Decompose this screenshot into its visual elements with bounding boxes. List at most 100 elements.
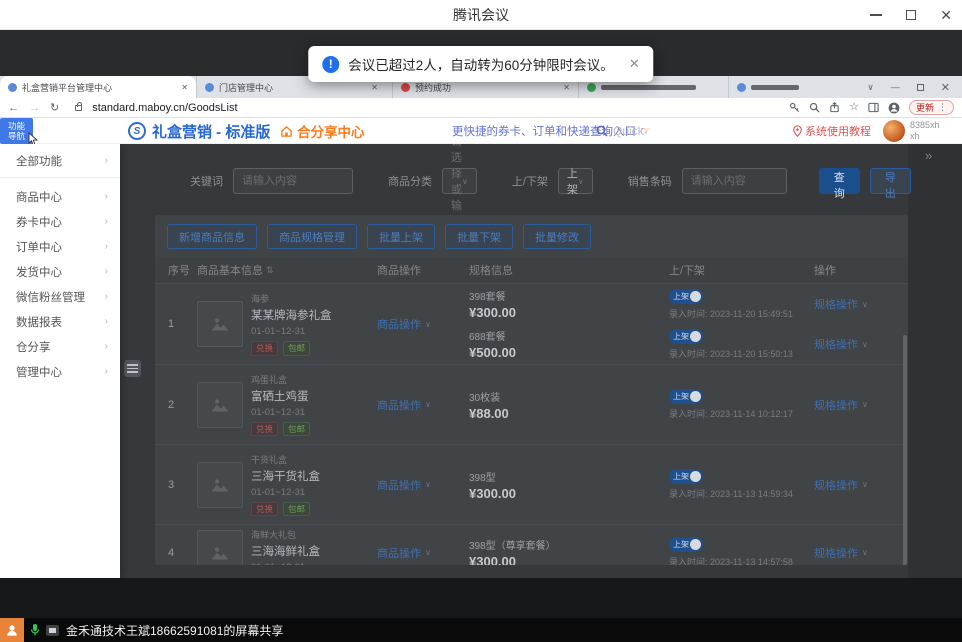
spec-action-link[interactable]: 规格操作∨ [814,545,868,561]
toolbar-button[interactable]: 批量修改 [523,224,591,249]
goods-action-link[interactable]: 商品操作∨ [377,477,431,493]
browser-tab-partial[interactable] [728,76,820,98]
user-name: 8385xh xh [910,120,940,142]
search-button[interactable]: 查询 [819,168,860,194]
badge: 包邮 [283,341,310,355]
app-body: » 关键词 商品分类 请选择或输入 ∨ 上/下架 上架 ∨ 销售条码 查询 [0,144,962,578]
tab-close-icon[interactable]: ✕ [563,83,570,92]
spec-action-link[interactable]: 规格操作∨ [814,397,868,413]
refresh-icon[interactable]: ↻ [50,101,59,114]
shelf-select[interactable]: 上架 ∨ [558,168,593,194]
shelf-toggle[interactable]: 上架 [669,537,703,552]
tab-title-obscured [601,85,696,90]
product-info: 鸡蛋礼盒 富硒土鸡蛋 01-01~12-31 兑换包邮 [197,365,377,444]
product-badges: 兑换包邮 [251,341,332,355]
house-icon [280,125,293,138]
header-spec-info: 规格信息 [469,265,513,277]
goods-action-link[interactable]: 商品操作∨ [377,316,431,332]
tab-search-chevron-icon[interactable]: ∨ [867,82,874,93]
browser-menu-icon[interactable]: ⋮ [938,102,947,113]
toolbar-button[interactable]: 批量上架 [367,224,435,249]
product-image-placeholder [197,382,243,428]
browser-close-icon[interactable]: ✕ [941,81,950,94]
shelf-toggle[interactable]: 上架 [669,469,703,484]
category-select[interactable]: 请选择或输入 ∨ [442,168,477,194]
chevron-down-icon: ∨ [862,340,868,349]
shelf-toggle[interactable]: 上架 [669,289,703,304]
sidebar-item[interactable]: 数据报表 › [0,309,120,334]
zoom-icon[interactable] [809,102,820,113]
table-body: 1 海参 某某牌海参礼盒 01-01~12-31 兑换包邮 商品操作∨ 398套… [155,283,908,565]
spec-action-link[interactable]: 规格操作∨ [814,296,868,312]
page-right-gutter [908,144,962,578]
barcode-label: 销售条码 [628,173,672,189]
minimize-icon[interactable] [870,14,882,16]
screen-share-icon [46,625,59,636]
close-icon[interactable]: ✕ [940,8,952,22]
back-icon[interactable]: ← [8,102,19,114]
barcode-input[interactable] [682,168,787,194]
row-seq: 1 [155,284,197,364]
user-avatar[interactable] [883,120,905,142]
profile-icon[interactable] [888,102,900,114]
browser-maximize-icon[interactable] [917,84,924,91]
spec-action-link[interactable]: 规格操作∨ [814,477,868,493]
sidebar-item[interactable]: 微信粉丝管理 › [0,284,120,309]
spec-list: 398套餐 ¥300.00 上架 录入时间: 2023-11-20 15:49:… [459,284,908,364]
shelf-label: 上/下架 [512,173,548,189]
header-shelf: 上/下架 [669,265,705,277]
sidebar-item[interactable]: 管理中心 › [0,359,120,384]
product-name: 富硒土鸡蛋 [251,388,310,404]
shelf-toggle[interactable]: 上架 [669,329,703,344]
forward-icon[interactable]: → [29,102,40,114]
card-scrollbar[interactable] [903,335,907,565]
toast-close-icon[interactable]: ✕ [629,56,640,72]
share-center-link[interactable]: 合分享中心 [280,118,365,144]
sidebar-item[interactable]: 订单中心 › [0,234,120,259]
spec-line: 398型（尊享套餐） ¥300.00 上架 录入时间: 2023-11-13 1… [459,533,908,565]
browser-window: 礼盒营销平台管理中心 ✕ 门店管理中心 ✕ 预约成功 ✕ ∨ — ✕ [0,76,962,578]
sidebar-item[interactable]: 商品中心 › [0,184,120,209]
export-button[interactable]: 导出 [870,168,911,194]
chevron-right-icon: › [105,191,108,202]
entry-time: 录入时间: 2023-11-13 14:57:58 [669,555,814,565]
collapse-chevrons-icon[interactable]: » [925,148,932,163]
browser-update-button[interactable]: 更新 ⋮ [909,100,954,115]
sidebar-item[interactable]: 仓分享 › [0,334,120,359]
sidebar-item[interactable]: 全部功能 › [0,148,120,178]
sort-icon[interactable]: ⇅ [266,265,274,276]
sidebar-item[interactable]: 发货中心 › [0,259,120,284]
floating-menu-button[interactable] [124,360,141,377]
sidebar-item[interactable]: 券卡中心 › [0,209,120,234]
header-goods-action: 商品操作 [377,265,421,277]
toolbar-button[interactable]: 商品规格管理 [267,224,357,249]
brand-logo-icon: S [128,122,146,140]
goods-card: 新增商品信息商品规格管理批量上架批量下架批量修改 序号 商品基本信息⇅ 商品操作… [155,215,908,565]
tab-close-icon[interactable]: ✕ [371,83,378,92]
browser-tab[interactable]: 礼盒营销平台管理中心 ✕ [0,76,196,98]
product-info: 干货礼盒 三海干货礼盒 01-01~12-31 兑换包邮 [197,445,377,524]
browser-minimize-icon[interactable]: — [891,82,900,92]
goods-action-link[interactable]: 商品操作∨ [377,397,431,413]
bookmark-star-icon[interactable]: ☆ [849,102,859,113]
product-image-placeholder [197,301,243,347]
tutorial-link[interactable]: 系统使用教程 [793,118,871,144]
password-key-icon[interactable] [789,102,800,113]
toolbar-button[interactable]: 新增商品信息 [167,224,257,249]
url-text[interactable]: standard.maboy.cn/GoodsList [92,102,237,114]
share-icon[interactable] [829,102,840,113]
spec-action-link[interactable]: 规格操作∨ [814,336,868,352]
goods-action-link[interactable]: 商品操作∨ [377,545,431,561]
keyword-input[interactable] [233,168,353,194]
maximize-icon[interactable] [906,10,916,20]
quick-search[interactable]: Quick [596,118,644,144]
product-date-range: 01-01~12-31 [251,407,310,418]
shelf-toggle[interactable]: 上架 [669,389,703,404]
product-image-placeholder [197,530,243,565]
tab-close-icon[interactable]: ✕ [181,83,188,92]
side-panel-icon[interactable] [868,102,879,113]
product-tag: 海参 [251,292,332,305]
toolbar-button[interactable]: 批量下架 [445,224,513,249]
meeting-window-title: 腾讯会议 [453,5,509,25]
chevron-down-icon: ∨ [862,480,868,489]
